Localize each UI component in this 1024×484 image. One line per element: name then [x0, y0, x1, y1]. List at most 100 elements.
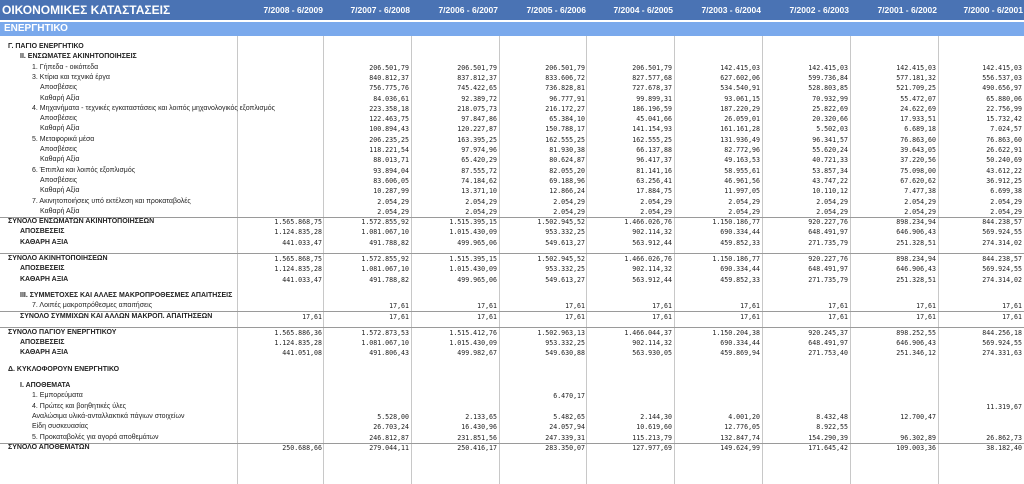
value-cell: 115.213,79: [632, 433, 672, 442]
value-cell: 17,61: [916, 302, 936, 311]
value-cell: 37.220,56: [900, 156, 936, 165]
value-cell: 17,61: [389, 302, 409, 311]
value-cell: 534.540,91: [720, 84, 760, 93]
value-cell: 10.110,12: [812, 187, 848, 196]
table-row: 6. Έπιπλα και λοιπός εξοπλισμός 93.894,04…: [0, 166, 1024, 176]
table-row: 5. Μεταφορικά μέσα 206.235,25 163.395,25 16…: [0, 135, 1024, 145]
value-cell: 646.906,43: [896, 228, 936, 237]
value-cell: 163.395,25: [457, 135, 497, 144]
row-label: ΙΙ. ΕΝΣΩΜΑΤΕΣ ΑΚΙΝΗΤΟΠΟΙΗΣΕΙΣ: [20, 53, 137, 61]
value-cell: 1.466.026,76: [624, 218, 672, 227]
value-cell: 87.555,72: [461, 166, 497, 175]
table-total-row: ΣΥΝΟΛΟ ΕΝΣΩΜΑΤΩΝ ΑΚΙΝΗΤΟΠΟΙΗΣΕΩΝ 1.565.86…: [0, 217, 1024, 227]
value-cell: 17,61: [477, 312, 497, 321]
value-cell: 17,61: [652, 312, 672, 321]
period-header-5: 7/2004 - 6/2005: [613, 5, 673, 15]
value-cell: 17,61: [828, 302, 848, 311]
value-cell: 563.930,05: [632, 349, 672, 358]
row-label: 1. Γήπεδα - οικόπεδα: [32, 63, 99, 71]
value-cell: 569.924,55: [982, 228, 1022, 237]
value-cell: 2.144,30: [640, 412, 672, 421]
value-cell: 43.747,22: [812, 176, 848, 185]
value-cell: 844.238,57: [982, 255, 1022, 263]
value-cell: 441.033,47: [282, 238, 322, 247]
value-cell: 459.869,94: [720, 349, 760, 358]
table-total-row: ΙΙΙ. ΣΥΜΜΕΤΟΧΕΣ ΚΑΙ ΑΛΛΕΣ ΜΑΚΡΟΠΡΟΘΕΣΜΕΣ…: [0, 291, 1024, 301]
value-cell: 569.924,55: [982, 339, 1022, 348]
value-cell: 7.477,38: [904, 187, 936, 196]
row-label: 5. Προκαταβολές για αγορά αποθεμάτων: [32, 433, 159, 441]
value-cell: 648.491,97: [808, 265, 848, 274]
period-header-2: 7/2007 - 6/2008: [350, 5, 410, 15]
value-cell: 15.732,42: [986, 115, 1022, 124]
value-cell: 216.172,27: [545, 104, 585, 113]
row-label: Αποσβέσεις: [40, 146, 78, 153]
value-cell: 274.314,02: [982, 275, 1022, 284]
value-cell: 569.924,55: [982, 265, 1022, 274]
value-cell: 2.054,29: [728, 207, 760, 216]
row-label: Αποσβέσεις: [40, 84, 78, 92]
value-cell: 17,61: [1002, 312, 1022, 321]
value-cell: 2.054,29: [904, 207, 936, 216]
row-label: 7. Ακινητοποιήσεις υπό εκτέλεση και προκ…: [32, 197, 191, 205]
value-cell: 120.227,87: [457, 125, 497, 134]
value-cell: 83.606,05: [373, 176, 409, 185]
row-label: Ι. ΑΠΟΘΕΜΑΤΑ: [20, 382, 71, 389]
value-cell: 63.256,41: [636, 176, 672, 185]
value-cell: 69.188,96: [549, 176, 585, 185]
value-cell: 12.776,05: [724, 423, 760, 432]
value-cell: 17,61: [740, 302, 760, 311]
value-cell: 76.863,60: [986, 135, 1022, 144]
value-cell: 13.371,10: [461, 187, 497, 196]
value-cell: 2.054,29: [990, 207, 1022, 216]
value-cell: 1.515.395,15: [449, 255, 497, 263]
value-cell: 76.863,60: [900, 135, 936, 144]
table-row: Αποσβέσεις 83.606,05 74.184,62 69.188,96 63.…: [0, 176, 1024, 186]
value-cell: 8.922,55: [816, 423, 848, 432]
value-cell: 499.982,67: [457, 349, 497, 358]
value-cell: 499.965,06: [457, 238, 497, 247]
value-cell: 17.884,75: [636, 187, 672, 196]
value-cell: 251.328,51: [896, 238, 936, 247]
value-cell: 66.137,88: [636, 146, 672, 154]
value-cell: 563.912,44: [632, 238, 672, 247]
row-label: 1. Εμπορεύματα: [32, 392, 83, 400]
value-cell: 24.622,69: [900, 104, 936, 113]
table-row: Αποσβέσεις 756.775,76 745.422,65 736.828,81…: [0, 83, 1024, 93]
value-cell: 218.075,73: [457, 104, 497, 113]
value-cell: 2.054,29: [640, 207, 672, 216]
table-row: Αποσβέσεις 122.463,75 97.847,86 65.384,10 45…: [0, 114, 1024, 124]
value-cell: 171.645,42: [808, 443, 848, 452]
value-cell: 2.054,29: [377, 207, 409, 216]
value-cell: 70.932,99: [812, 94, 848, 103]
value-cell: 2.054,29: [904, 197, 936, 206]
value-cell: 833.606,72: [545, 73, 585, 82]
period-header-4: 7/2005 - 6/2006: [526, 5, 586, 15]
value-cell: 17,61: [652, 302, 672, 311]
value-cell: 75.098,00: [900, 166, 936, 175]
value-cell: 82.772,96: [724, 146, 760, 154]
value-cell: 142.415,03: [896, 63, 936, 72]
value-cell: 898.234,94: [896, 255, 936, 263]
value-cell: 648.491,97: [808, 339, 848, 348]
value-cell: 274.331,63: [982, 349, 1022, 358]
value-cell: 100.894,43: [369, 125, 409, 134]
value-cell: 528.803,85: [808, 84, 848, 93]
value-cell: 2.054,29: [553, 207, 585, 216]
page-title: ΟΙΚΟΝΟΜΙΚΕΣ ΚΑΤΑΣΤΑΣΕΙΣ: [2, 3, 171, 17]
value-cell: 1.502.963,13: [537, 328, 585, 337]
row-label: Αποσβέσεις: [40, 176, 78, 184]
section-title: ΕΝΕΡΓΗΤΙΚΟ: [4, 23, 68, 34]
value-cell: 49.163,53: [724, 156, 760, 165]
value-cell: 1.572.855,92: [361, 255, 409, 263]
value-cell: 2.054,29: [465, 197, 497, 206]
value-cell: 1.565.886,36: [274, 328, 322, 337]
value-cell: 17,61: [565, 312, 585, 321]
value-cell: 24.057,94: [549, 423, 585, 432]
row-label: ΚΑΘΑΡΗ ΑΞΙΑ: [20, 275, 69, 283]
value-cell: 84.036,61: [373, 94, 409, 103]
value-cell: 1.124.835,28: [274, 339, 322, 348]
value-cell: 827.577,68: [632, 73, 672, 82]
value-cell: 11.319,67: [986, 402, 1022, 411]
value-cell: 4.001,20: [728, 412, 760, 421]
